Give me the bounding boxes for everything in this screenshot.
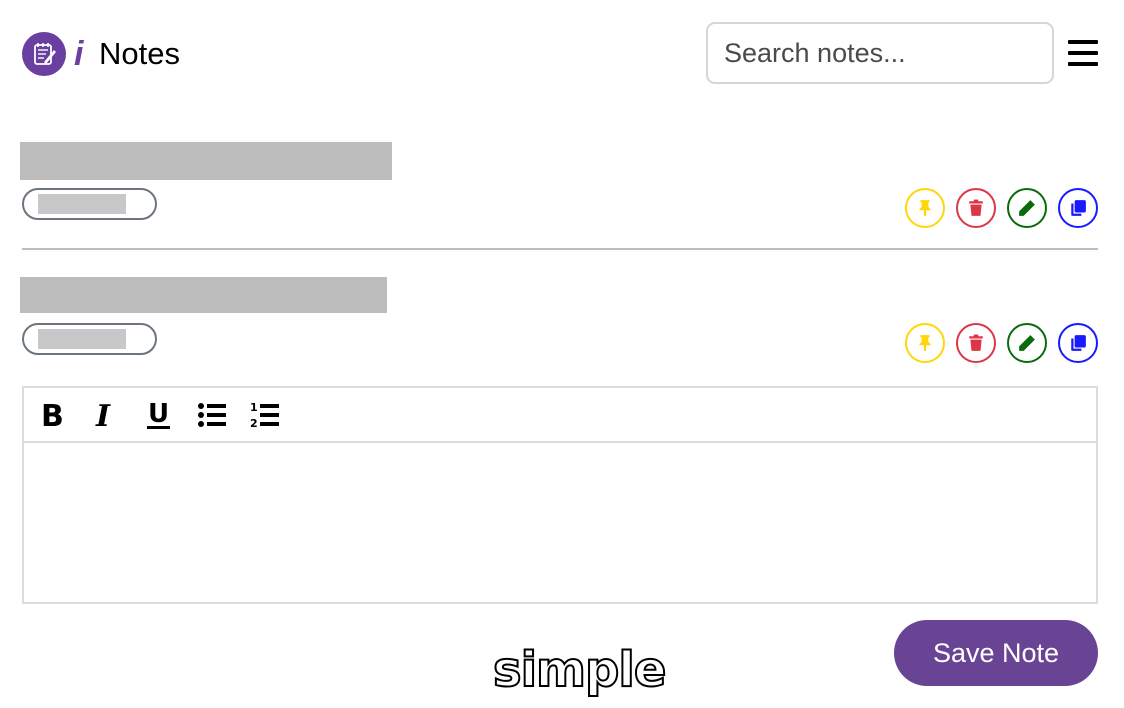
- editor-text-area[interactable]: [24, 443, 1096, 604]
- pin-button[interactable]: [905, 323, 945, 363]
- footer-wordmark: simple: [492, 641, 667, 699]
- editor-toolbar: B I U 12: [24, 388, 1096, 443]
- note-tag[interactable]: [22, 188, 157, 220]
- search-input[interactable]: [706, 22, 1054, 84]
- copy-button[interactable]: [1058, 323, 1098, 363]
- pencil-icon: [1019, 200, 1035, 216]
- bullet-list-button[interactable]: [193, 396, 231, 434]
- hamburger-menu-icon[interactable]: [1068, 40, 1098, 66]
- note-item[interactable]: [20, 142, 1098, 228]
- notepad-icon: [22, 32, 66, 76]
- pin-icon: [919, 335, 931, 351]
- note-item[interactable]: [20, 277, 1098, 363]
- underline-icon: U: [147, 400, 170, 429]
- bold-icon: B: [41, 400, 64, 430]
- italic-button[interactable]: I: [87, 396, 125, 434]
- svg-text:B: B: [41, 400, 64, 430]
- pencil-icon: [1019, 335, 1035, 351]
- svg-text:U: U: [148, 400, 169, 429]
- bullet-list-icon: [198, 402, 226, 427]
- note-title: [20, 277, 387, 313]
- delete-button[interactable]: [956, 323, 996, 363]
- note-editor: B I U 12: [22, 386, 1098, 604]
- pin-icon: [919, 200, 931, 216]
- brand-letter: i: [74, 35, 84, 73]
- copy-icon: [1071, 200, 1086, 216]
- svg-text:1: 1: [250, 401, 258, 414]
- note-tag[interactable]: [22, 323, 157, 355]
- trash-icon: [969, 199, 983, 216]
- app-title: Notes: [99, 36, 180, 71]
- underline-button[interactable]: U: [140, 396, 178, 434]
- note-actions: [905, 188, 1098, 228]
- copy-button[interactable]: [1058, 188, 1098, 228]
- svg-text:2: 2: [250, 417, 258, 430]
- edit-button[interactable]: [1007, 323, 1047, 363]
- divider: [22, 248, 1098, 250]
- delete-button[interactable]: [956, 188, 996, 228]
- numbered-list-icon: 12: [250, 401, 279, 430]
- italic-icon: I: [95, 400, 111, 430]
- numbered-list-button[interactable]: 12: [246, 396, 284, 434]
- note-tag-label: [38, 329, 126, 349]
- pin-button[interactable]: [905, 188, 945, 228]
- note-tag-label: [38, 194, 126, 214]
- header: i Notes: [0, 0, 1124, 100]
- copy-icon: [1071, 335, 1086, 351]
- note-actions: [905, 323, 1098, 363]
- trash-icon: [969, 334, 983, 351]
- note-title: [20, 142, 392, 180]
- svg-text:I: I: [95, 400, 111, 430]
- bold-button[interactable]: B: [34, 396, 72, 434]
- save-note-button[interactable]: Save Note: [894, 620, 1098, 686]
- edit-button[interactable]: [1007, 188, 1047, 228]
